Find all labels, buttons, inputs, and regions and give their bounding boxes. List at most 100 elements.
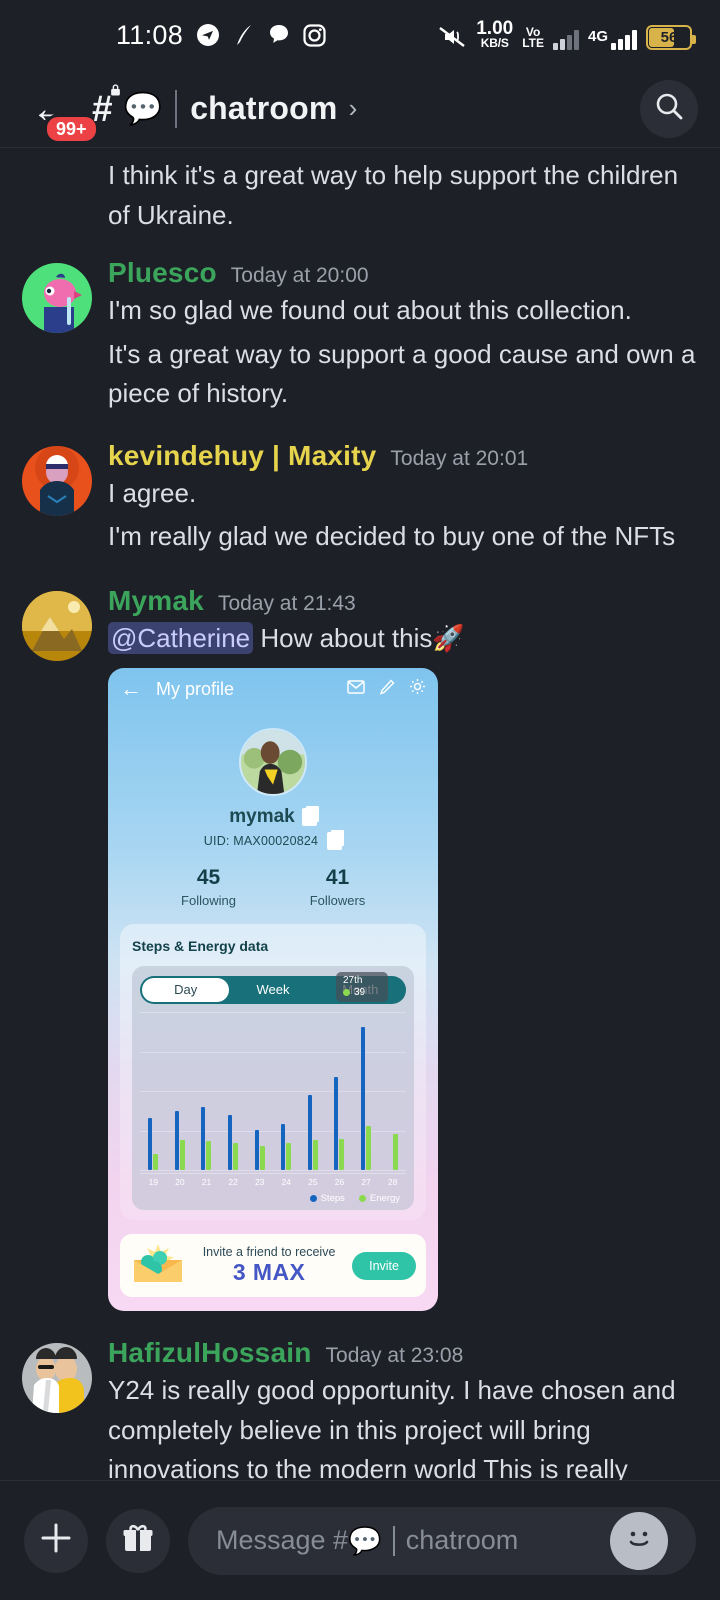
message-row[interactable]: HafizulHossain Today at 23:08 Y24 is rea… xyxy=(0,1337,720,1480)
x-tick-label: 25 xyxy=(308,1177,318,1188)
mute-icon xyxy=(437,24,467,50)
search-button[interactable] xyxy=(640,79,698,138)
bar-steps xyxy=(228,1115,233,1171)
gift-button[interactable] xyxy=(106,1508,170,1573)
tab-week[interactable]: Week xyxy=(229,978,316,1002)
user-mention[interactable]: @Catherine xyxy=(108,621,254,654)
status-bar: 11:08 1.00 KB/S Vo LTE 4G 56 xyxy=(0,0,720,70)
bar-energy xyxy=(233,1143,239,1171)
message-timestamp: Today at 23:08 xyxy=(325,1344,464,1368)
network-speed: 1.00 KB/S xyxy=(476,18,514,51)
message-author[interactable]: kevindehuy | Maxity xyxy=(108,440,376,472)
x-tick-label: 26 xyxy=(334,1177,345,1188)
avatar[interactable] xyxy=(22,590,92,661)
invite-amount: 3 MAX xyxy=(232,1259,306,1286)
invite-headline: Invite a friend to receive xyxy=(202,1245,336,1260)
message-list[interactable]: I think it's a great way to help support… xyxy=(0,148,720,1480)
placeholder-channel: chatroom xyxy=(405,1525,519,1555)
bar-energy xyxy=(259,1145,265,1171)
pencil-icon xyxy=(379,679,395,700)
embedded-image-profile-screenshot[interactable]: ← My profile mymak UID: MAX00020824 45 F… xyxy=(108,668,438,1312)
tooltip-dot-icon xyxy=(343,989,350,997)
bar-group xyxy=(326,1012,353,1171)
placeholder-divider xyxy=(392,1525,395,1556)
envelope-icon xyxy=(347,679,365,699)
bar-steps xyxy=(254,1130,259,1171)
legend-label: Energy xyxy=(369,1193,400,1205)
bar-steps xyxy=(281,1123,286,1171)
bar-group xyxy=(140,1012,167,1171)
embed-profile-avatar xyxy=(239,728,307,797)
message-author[interactable]: HafizulHossain xyxy=(108,1337,312,1369)
channel-name[interactable]: chatroom xyxy=(190,90,337,127)
message-author[interactable]: Pluesco xyxy=(108,257,217,289)
stat-label: Followers xyxy=(309,893,366,909)
hash-lock-icon: # xyxy=(92,84,120,127)
message-text: Y24 is really good opportunity. I have c… xyxy=(108,1375,676,1480)
signal-bars-sim1 xyxy=(552,29,579,50)
bar-energy xyxy=(339,1138,345,1171)
status-time: 11:08 xyxy=(116,19,184,50)
bar-group xyxy=(220,1012,247,1171)
bar-energy xyxy=(286,1143,292,1171)
channel-emoji-icon: 💬 xyxy=(123,91,163,126)
invite-button[interactable]: Invite xyxy=(352,1251,416,1280)
avatar[interactable] xyxy=(22,445,92,516)
avatar[interactable] xyxy=(22,263,92,334)
message-composer: Message # 💬 chatroom xyxy=(0,1480,720,1600)
bar-steps xyxy=(334,1076,339,1171)
bar-steps xyxy=(307,1094,312,1171)
message-text: I agree. xyxy=(108,477,197,508)
tooltip-value: 39 xyxy=(354,987,366,999)
embed-topbar: ← My profile xyxy=(108,668,438,710)
add-attachment-button[interactable] xyxy=(24,1508,88,1573)
invite-illustration-icon xyxy=(130,1242,186,1289)
x-tick-label: 21 xyxy=(201,1177,212,1188)
chevron-right-icon[interactable]: › xyxy=(349,93,358,124)
x-tick-label: 23 xyxy=(254,1177,265,1188)
message-row[interactable]: Pluesco Today at 20:00 I'm so glad we fo… xyxy=(0,257,720,414)
app-window: 11:08 1.00 KB/S Vo LTE 4G 56 ← 99+ # 💬 c… xyxy=(0,0,720,1600)
chart-tooltip: 27th 39 xyxy=(336,972,388,1003)
emoji-button[interactable] xyxy=(610,1511,668,1570)
back-button[interactable]: ← 99+ xyxy=(22,80,99,145)
back-arrow-icon: ← xyxy=(120,676,142,702)
x-tick-label: 19 xyxy=(148,1177,159,1188)
telegram-icon xyxy=(196,23,220,47)
tooltip-title: 27th xyxy=(343,975,363,987)
message-timestamp: Today at 21:43 xyxy=(217,591,356,615)
embed-username: mymak xyxy=(229,806,295,828)
bar-group xyxy=(353,1012,380,1171)
search-icon xyxy=(653,90,685,127)
unread-badge: 99+ xyxy=(44,113,99,145)
message-input-placeholder: Message # 💬 chatroom xyxy=(216,1525,518,1557)
message-row[interactable]: kevindehuy | Maxity Today at 20:01 I agr… xyxy=(0,440,720,557)
chart-x-axis: 19 20 21 22 23 24 25 26 27 28 xyxy=(140,1173,406,1187)
legend-item: Energy xyxy=(358,1193,400,1205)
legend-dot-icon xyxy=(358,1195,366,1203)
placeholder-prefix: Message # xyxy=(216,1525,349,1555)
chart-legend: Steps Energy xyxy=(140,1193,406,1204)
bar-energy xyxy=(206,1140,212,1171)
avatar[interactable] xyxy=(22,1343,92,1414)
tab-day[interactable]: Day xyxy=(142,978,230,1003)
message-text: @Catherine How about this🚀 xyxy=(108,619,698,659)
message-author[interactable]: Mymak xyxy=(108,585,204,617)
chat-bubble-icon xyxy=(268,23,290,47)
legend-label: Steps xyxy=(320,1193,345,1205)
bar-group xyxy=(167,1012,194,1171)
chart-bars xyxy=(140,1012,406,1171)
message-row[interactable]: Mymak Today at 21:43 @Catherine How abou… xyxy=(0,585,720,1312)
embed-uid: UID: MAX00020824 xyxy=(203,834,319,849)
message-text: It's a great way to support a good cause… xyxy=(108,338,696,409)
bar-energy xyxy=(392,1133,398,1171)
stat-followers: 41 Followers xyxy=(273,866,402,908)
stat-label: Following xyxy=(181,893,236,909)
embed-stats: 45 Following 41 Followers xyxy=(108,866,438,908)
message-input[interactable]: Message # 💬 chatroom xyxy=(188,1506,696,1575)
volte-indicator: Vo LTE xyxy=(522,24,544,51)
invite-banner[interactable]: Invite a friend to receive 3 MAX Invite xyxy=(120,1234,426,1298)
message-text: I think it's a great way to help support… xyxy=(108,160,679,230)
channel-header: ← 99+ # 💬 chatroom › xyxy=(0,70,720,148)
bar-group xyxy=(193,1012,220,1171)
